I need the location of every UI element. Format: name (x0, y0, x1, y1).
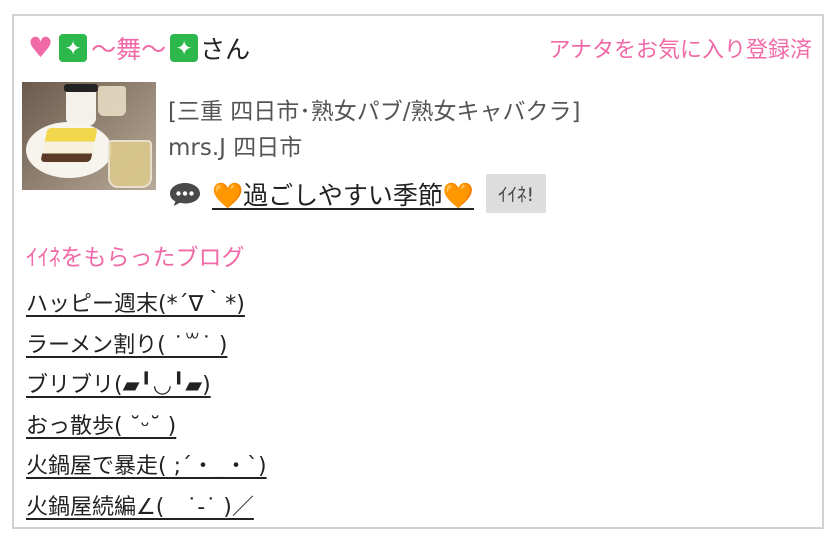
latest-blog-link[interactable]: 🧡過ごしやすい季節🧡 (212, 176, 474, 212)
list-item: おっ散歩( ˘ᵕ˘ ) (26, 408, 267, 449)
blog-thumbnail[interactable] (22, 82, 156, 190)
list-item: ブリブリ(▰╹◡╹▰) (26, 367, 267, 408)
latest-blog-row: 🧡過ごしやすい季節🧡 ｲｲﾈ! (168, 174, 547, 213)
name-honorific: さん (200, 35, 251, 64)
liked-blogs-heading: ｲｲﾈをもらったブログ (26, 245, 245, 271)
thumbnail-glass (98, 86, 126, 116)
liked-blog-link[interactable]: おっ散歩( ˘ᵕ˘ ) (26, 414, 176, 439)
cast-name-text: 〜舞〜 (91, 35, 167, 64)
profile-card: ♥ ✦ 〜舞〜 ✦ さん アナタをお気に入り登録済 [三重 四日市･熟女パブ/熟… (12, 14, 824, 529)
shop-category: [三重 四日市･熟女パブ/熟女キャバクラ] (168, 99, 581, 125)
liked-blogs-list: ハッピー週末(*´∇｀*) ラーメン割り( ˙꒳​˙ ) ブリブリ(▰╹◡╹▰)… (26, 286, 267, 529)
orange-heart-icon: 🧡 (212, 180, 244, 210)
liked-blog-link[interactable]: ハッピー週末(*´∇｀*) (26, 292, 245, 317)
profile-section: [三重 四日市･熟女パブ/熟女キャバクラ] mrs.J 四日市 🧡過ごしやすい季… (22, 82, 802, 213)
thumbnail-cup (64, 84, 98, 126)
cast-name[interactable]: ♥ ✦ 〜舞〜 ✦ さん (28, 30, 250, 66)
liked-blog-link[interactable]: 火鍋屋続編∠( ˙-˙ )／ (26, 495, 254, 520)
thumbnail-cake (40, 128, 98, 162)
speech-bubble-icon (168, 181, 202, 207)
liked-blog-link[interactable]: 火鍋屋で暴走( ;´・_・`) (26, 454, 267, 479)
list-item: ハッピー週末(*´∇｀*) (26, 286, 267, 327)
sparkle-icon: ✦ (170, 34, 199, 62)
liked-blog-link[interactable]: ブリブリ(▰╹◡╹▰) (26, 373, 211, 398)
favorite-status: アナタをお気に入り登録済 (548, 38, 812, 63)
orange-heart-icon: 🧡 (442, 180, 475, 210)
thumbnail-drink (108, 140, 152, 188)
sparkle-icon: ✦ (59, 34, 88, 62)
latest-blog-title: 過ごしやすい季節 (243, 180, 443, 210)
heart-icon: ♥ (28, 31, 54, 64)
list-item: ラーメン割り( ˙꒳​˙ ) (26, 327, 267, 368)
list-item: 火鍋屋で暴走( ;´・_・`) (26, 448, 267, 489)
card-header: ♥ ✦ 〜舞〜 ✦ さん アナタをお気に入り登録済 (28, 30, 812, 66)
iine-button[interactable]: ｲｲﾈ! (486, 174, 547, 213)
liked-blog-link[interactable]: ラーメン割り( ˙꒳​˙ ) (26, 333, 227, 358)
list-item: 火鍋屋続編∠( ˙-˙ )／ (26, 489, 267, 530)
shop-name[interactable]: mrs.J 四日市 (168, 128, 302, 162)
